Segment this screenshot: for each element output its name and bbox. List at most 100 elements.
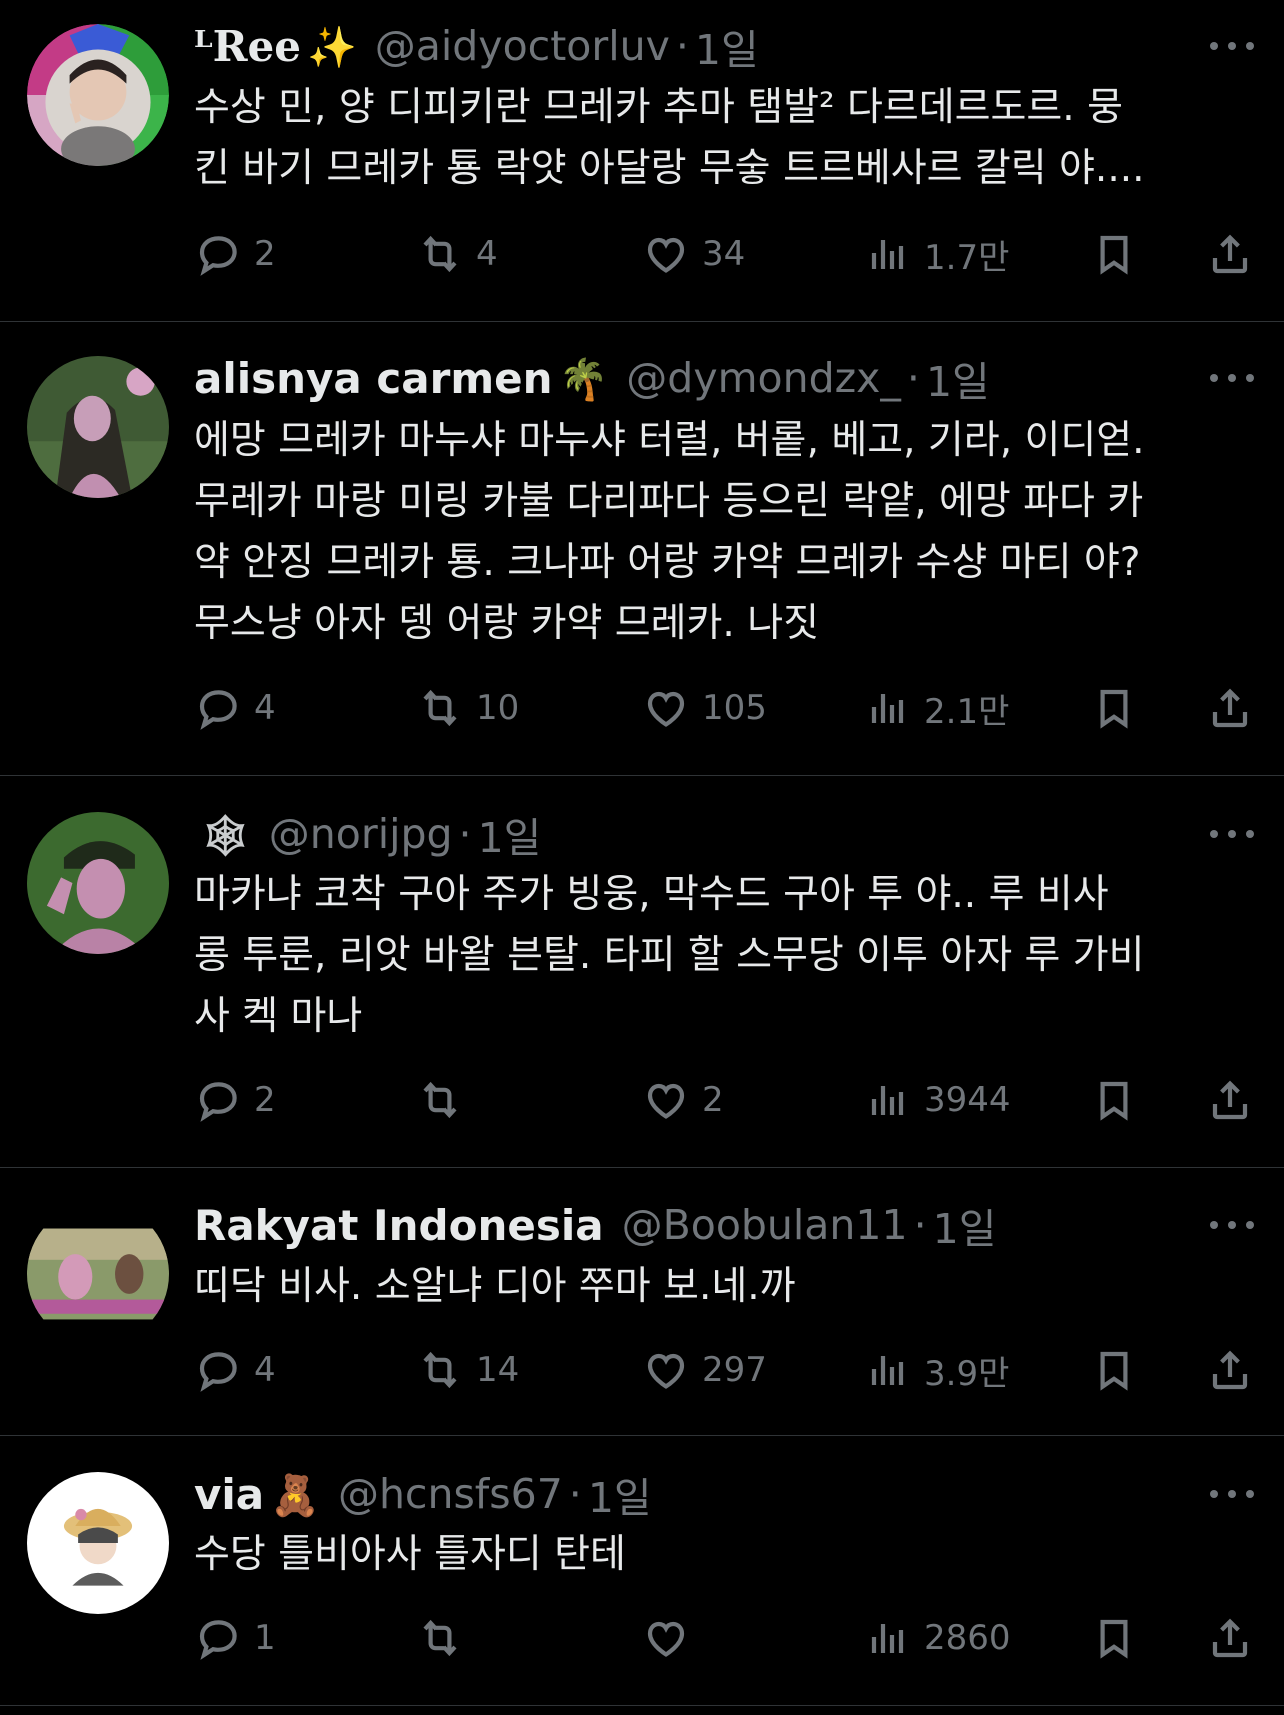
separator-dot: ·	[906, 354, 920, 402]
view-count: 3944	[924, 1080, 1011, 1120]
share-icon	[1206, 684, 1254, 732]
timestamp[interactable]: 1일	[695, 18, 759, 74]
retweet-button[interactable]	[416, 1610, 476, 1666]
tweet-actions: 1 2860	[194, 1610, 1254, 1666]
user-handle[interactable]: @Boobulan11	[622, 1201, 908, 1249]
display-name[interactable]: Rakyat Indonesia	[194, 1201, 604, 1250]
tweet[interactable]: via 🧸 @hcnsfs67 · 1일 수당 틀비아사 틀자디 탄테 1 286…	[0, 1436, 1284, 1706]
user-handle[interactable]: @norijpg	[269, 810, 453, 858]
retweet-count: 14	[476, 1350, 520, 1390]
reply-count: 4	[254, 688, 276, 728]
reply-icon	[194, 230, 242, 278]
bookmark-button[interactable]	[1090, 1610, 1138, 1666]
retweet-button[interactable]: 10	[416, 680, 519, 736]
reply-button[interactable]: 4	[194, 680, 276, 736]
avatar[interactable]	[27, 356, 169, 498]
tweet-text-line: 에망 므레카 마누샤 마누샤 터럴, 버롵, 베고, 기라, 이디얻.	[194, 418, 1145, 463]
display-name[interactable]: 🕸	[194, 810, 251, 859]
like-count: 34	[702, 234, 746, 274]
timestamp[interactable]: 1일	[933, 1197, 997, 1253]
tweet-text-line: 마카냐 코착 구아 주가 빙웅, 막수드 구아 투 야.. 루 비사	[194, 872, 1109, 917]
separator-dot: ·	[568, 1470, 582, 1518]
share-button[interactable]	[1206, 226, 1254, 282]
tweet-text-line: 무레카 마랑 미링 카불 다리파다 등으린 락얕, 에망 파다 카	[194, 479, 1144, 524]
like-button[interactable]: 2	[642, 1072, 724, 1128]
reply-icon	[194, 1346, 242, 1394]
user-handle[interactable]: @dymondzx_	[626, 354, 901, 402]
views-button[interactable]: 1.7만	[864, 226, 1009, 282]
tweet-actions: 2 4 34 1.7만	[194, 226, 1254, 282]
like-button[interactable]: 105	[642, 680, 767, 736]
share-button[interactable]	[1206, 1342, 1254, 1398]
display-name[interactable]: via 🧸	[194, 1470, 320, 1519]
tweet-text-line: 사 켁 마나	[194, 994, 363, 1039]
reply-button[interactable]: 2	[194, 1072, 276, 1128]
bookmark-button[interactable]	[1090, 680, 1138, 736]
tweet-text: 에망 므레카 마누샤 마누샤 터럴, 버롵, 베고, 기라, 이디얻. 무레카 …	[194, 410, 1254, 654]
tweet-text: 수당 틀비아사 틀자디 탄테	[194, 1524, 1254, 1585]
more-dots-icon[interactable]	[1210, 824, 1254, 844]
teddy-bear-emoji-icon: 🧸	[270, 1472, 320, 1519]
tweet-text: 수상 민, 양 디피키란 므레카 추마 탬발² 다르데르도르. 뭉 킨 바기 므…	[194, 77, 1254, 199]
retweet-button[interactable]: 14	[416, 1342, 519, 1398]
spider-web-emoji-icon: 🕸	[200, 812, 251, 859]
reply-count: 4	[254, 1350, 276, 1390]
timestamp[interactable]: 1일	[588, 1466, 652, 1522]
avatar[interactable]	[27, 1203, 169, 1345]
more-dots-icon[interactable]	[1210, 368, 1254, 388]
views-chart-icon	[864, 1614, 912, 1662]
like-button[interactable]: 34	[642, 226, 745, 282]
share-button[interactable]	[1206, 680, 1254, 736]
retweet-icon	[416, 684, 464, 732]
like-button[interactable]	[642, 1610, 702, 1666]
views-button[interactable]: 2860	[864, 1610, 1011, 1666]
tweet-header: via 🧸 @hcnsfs67 · 1일	[194, 1466, 1224, 1523]
tweet-header: 🕸 @norijpg · 1일	[194, 806, 1224, 862]
more-dots-icon[interactable]	[1210, 1484, 1254, 1504]
tweet-text-line: 수당 틀비아사 틀자디 탄테	[194, 1532, 626, 1577]
retweet-button[interactable]	[416, 1072, 476, 1128]
tweet-text-line: 롱 투룬, 리앗 바왈 븐탈. 타피 할 스무당 이투 아자 루 가비	[194, 933, 1145, 978]
reply-button[interactable]: 2	[194, 226, 276, 282]
tweet[interactable]: ᴸRee ✨ @aidyoctorluv · 1일 수상 민, 양 디피키란 므레…	[0, 0, 1284, 322]
reply-button[interactable]: 1	[194, 1610, 276, 1666]
more-dots-icon[interactable]	[1210, 1215, 1254, 1235]
avatar[interactable]	[27, 24, 169, 166]
views-button[interactable]: 2.1만	[864, 680, 1009, 736]
timestamp[interactable]: 1일	[478, 806, 542, 862]
tweet-actions: 4 14 297 3.9만	[194, 1342, 1254, 1398]
bookmark-button[interactable]	[1090, 1072, 1138, 1128]
display-name[interactable]: alisnya carmen 🌴	[194, 354, 608, 403]
retweet-icon	[416, 1346, 464, 1394]
avatar[interactable]	[27, 1472, 169, 1614]
heart-icon	[642, 230, 690, 278]
tweet[interactable]: alisnya carmen 🌴 @dymondzx_ · 1일 에망 므레카 마…	[0, 322, 1284, 776]
bookmark-button[interactable]	[1090, 1342, 1138, 1398]
tweet[interactable]: 🕸 @norijpg · 1일 마카냐 코착 구아 주가 빙웅, 막수드 구아 …	[0, 776, 1284, 1168]
share-icon	[1206, 1076, 1254, 1124]
bookmark-button[interactable]	[1090, 226, 1138, 282]
reply-count: 2	[254, 234, 276, 274]
like-button[interactable]: 297	[642, 1342, 767, 1398]
avatar[interactable]	[27, 812, 169, 954]
share-button[interactable]	[1206, 1072, 1254, 1128]
views-button[interactable]: 3944	[864, 1072, 1011, 1128]
retweet-icon	[416, 230, 464, 278]
user-handle[interactable]: @aidyoctorluv	[375, 22, 670, 70]
display-name[interactable]: ᴸRee ✨	[194, 22, 357, 71]
view-count: 2860	[924, 1618, 1011, 1658]
bookmark-icon	[1090, 230, 1138, 278]
heart-icon	[642, 1076, 690, 1124]
views-button[interactable]: 3.9만	[864, 1342, 1009, 1398]
tweet[interactable]: Rakyat Indonesia @Boobulan11 · 1일 띠닥 비사.…	[0, 1168, 1284, 1436]
share-button[interactable]	[1206, 1610, 1254, 1666]
tweet-text-line: 띠닥 비사. 소알냐 디아 쭈마 보.네.까	[194, 1264, 796, 1309]
retweet-button[interactable]: 4	[416, 226, 498, 282]
separator-dot: ·	[675, 22, 689, 70]
user-handle[interactable]: @hcnsfs67	[338, 1470, 563, 1518]
timestamp[interactable]: 1일	[926, 350, 990, 406]
bookmark-icon	[1090, 1076, 1138, 1124]
more-dots-icon[interactable]	[1210, 36, 1254, 56]
tweet-header: ᴸRee ✨ @aidyoctorluv · 1일	[194, 18, 1224, 75]
reply-button[interactable]: 4	[194, 1342, 276, 1398]
